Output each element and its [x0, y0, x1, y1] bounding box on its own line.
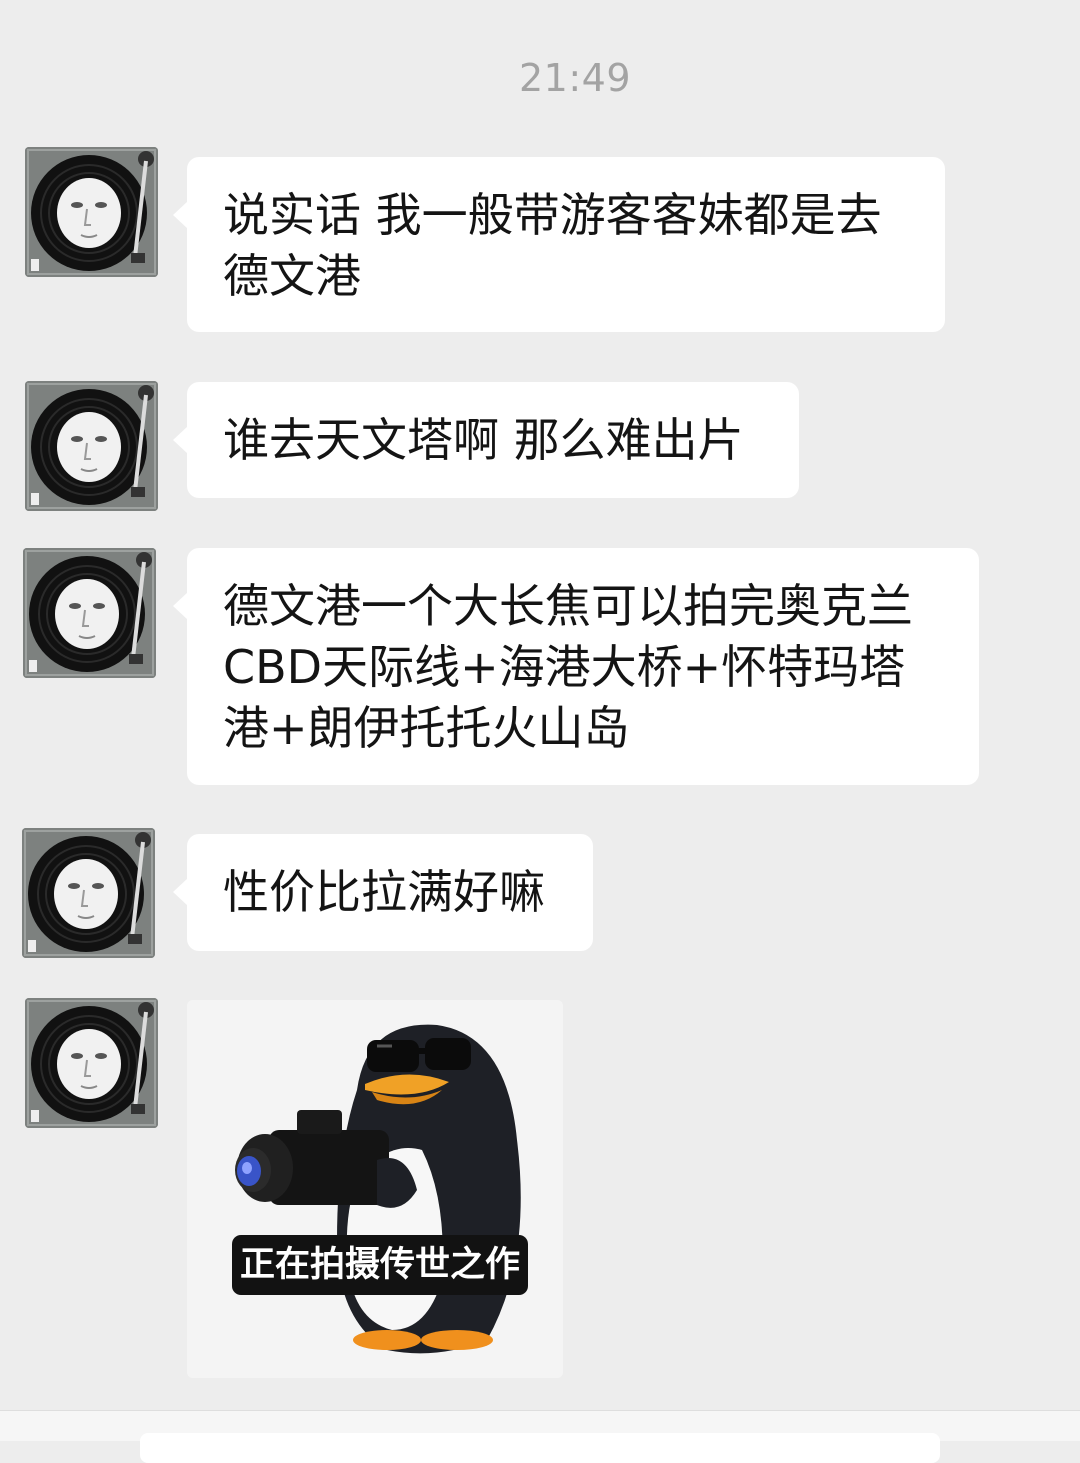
turntable-face-avatar-icon: [25, 998, 158, 1128]
turntable-face-avatar-icon: [23, 548, 156, 678]
avatar[interactable]: [25, 998, 158, 1128]
avatar[interactable]: [25, 381, 158, 511]
penguin-with-camera-sticker-icon: [187, 1000, 563, 1378]
input-bar: [0, 1410, 1080, 1463]
turntable-face-avatar-icon: [25, 381, 158, 511]
avatar[interactable]: [22, 828, 155, 958]
turntable-face-avatar-icon: [22, 828, 155, 958]
message-input[interactable]: [140, 1433, 940, 1463]
sticker-caption: 正在拍摄传世之作: [232, 1235, 528, 1295]
message-bubble[interactable]: 德文港一个大长焦可以拍完奥克兰 CBD天际线+海港大桥+怀特玛塔 港+朗伊托托火…: [173, 548, 979, 785]
message-text: 德文港一个大长焦可以拍完奥克兰 CBD天际线+海港大桥+怀特玛塔 港+朗伊托托火…: [223, 579, 913, 755]
message-bubble[interactable]: 谁去天文塔啊 那么难出片: [173, 382, 799, 498]
chat-timestamp: 21:49: [518, 56, 631, 100]
sticker-message[interactable]: 正在拍摄传世之作: [187, 1000, 563, 1378]
avatar[interactable]: [23, 548, 156, 678]
message-bubble[interactable]: 性价比拉满好嘛: [173, 834, 593, 951]
turntable-face-avatar-icon: [25, 147, 158, 277]
message-text: 说实话 我一般带游客客妹都是去 德文港: [223, 188, 882, 303]
message-text: 性价比拉满好嘛: [223, 865, 545, 919]
message-bubble[interactable]: 说实话 我一般带游客客妹都是去 德文港: [173, 157, 945, 332]
message-text: 谁去天文塔啊 那么难出片: [223, 413, 744, 467]
avatar[interactable]: [25, 147, 158, 277]
